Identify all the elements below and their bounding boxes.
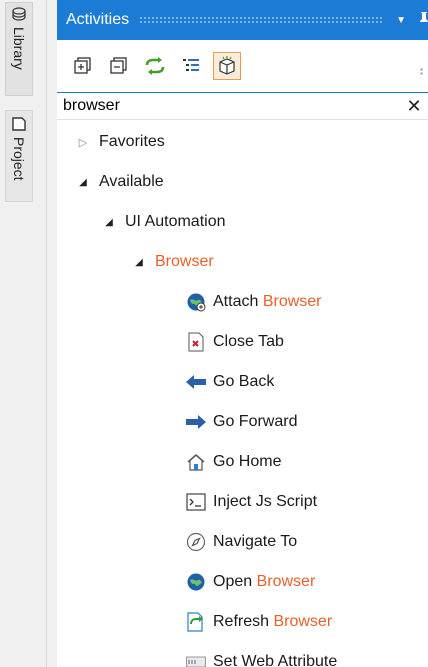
activity-label: Navigate To	[213, 533, 297, 551]
expand-all-icon	[74, 57, 91, 74]
activity-label: Go Forward	[213, 413, 297, 431]
activity-label: Go Back	[213, 373, 274, 391]
toolbar-overflow-grip[interactable]: ▪ ▪	[420, 66, 426, 82]
tab-project[interactable]: Project	[5, 110, 33, 202]
tree-item-available[interactable]: ◢ Available	[57, 164, 428, 200]
compass-icon	[185, 531, 207, 553]
refresh-page-icon	[185, 611, 207, 633]
activity-label: Refresh Browser	[213, 613, 332, 631]
tab-library-label: Library	[11, 27, 27, 70]
refresh-icon	[145, 57, 165, 75]
activity-item[interactable]: Set Web Attribute	[57, 644, 428, 667]
tree-item-ui-automation[interactable]: ◢ UI Automation	[57, 204, 428, 240]
filter-box-icon	[219, 56, 235, 75]
arrow-left-icon	[185, 371, 207, 393]
terminal-icon	[185, 491, 207, 513]
tree-item-label: Browser	[155, 253, 214, 270]
tab-library[interactable]: Library	[5, 2, 33, 96]
web-attribute-icon	[185, 651, 207, 667]
filter-button[interactable]	[213, 52, 241, 80]
refresh-button[interactable]	[141, 52, 169, 80]
activities-panel: Activities ▼ ▪ ▪ browser ✕ ▷ Favorites ◢…	[57, 0, 428, 667]
activity-item[interactable]: Open Browser	[57, 564, 428, 600]
activity-label: Go Home	[213, 453, 281, 471]
panel-drag-grip[interactable]	[139, 16, 383, 24]
activity-label: Set Web Attribute	[213, 653, 337, 667]
search-row: ✕	[57, 92, 428, 120]
home-icon	[185, 451, 207, 473]
collapse-all-icon	[110, 57, 127, 74]
list-view-button[interactable]	[177, 52, 205, 80]
activity-label-text: Go Back	[213, 373, 275, 390]
panel-title: Activities	[66, 11, 130, 28]
library-icon	[10, 5, 28, 23]
activity-item[interactable]: Go Forward	[57, 404, 428, 440]
activity-label-text: Go Home	[213, 453, 282, 470]
activity-label-text: Set Web Attribute	[213, 653, 338, 667]
collapse-arrow-icon[interactable]: ◢	[131, 257, 147, 268]
activity-item[interactable]: Go Home	[57, 444, 428, 480]
list-icon	[183, 59, 199, 71]
activity-label: Attach Browser	[213, 293, 322, 311]
tree-item-label: Favorites	[99, 133, 165, 150]
search-input[interactable]	[57, 97, 400, 115]
search-match-highlight: Browser	[262, 293, 322, 310]
activity-label-text: Attach	[213, 293, 263, 310]
close-tab-icon	[185, 331, 207, 353]
activity-label-text: Close Tab	[213, 333, 284, 350]
globe-link-icon	[185, 291, 207, 313]
activity-item[interactable]: Close Tab	[57, 324, 428, 360]
activity-label-text: Navigate To	[213, 533, 298, 550]
tree-item-label: Available	[99, 173, 164, 190]
tree-item-favorites[interactable]: ▷ Favorites	[57, 124, 428, 160]
activity-item[interactable]: Go Back	[57, 364, 428, 400]
dropdown-arrow-icon[interactable]: ▼	[396, 15, 406, 26]
activity-label: Close Tab	[213, 333, 284, 351]
collapse-arrow-icon[interactable]: ◢	[101, 217, 117, 228]
toolbar: ▪ ▪	[57, 40, 428, 92]
tree-item-browser[interactable]: ◢ Browser	[57, 244, 428, 280]
activity-item[interactable]: Navigate To	[57, 524, 428, 560]
activity-label: Open Browser	[213, 573, 315, 591]
activity-label: Inject Js Script	[213, 493, 317, 511]
activity-label-text: Refresh	[213, 613, 274, 630]
arrow-right-icon	[185, 411, 207, 433]
activity-label-text: Open	[213, 573, 257, 590]
clear-search-button[interactable]: ✕	[400, 96, 428, 117]
project-icon	[10, 115, 28, 133]
collapse-all-button[interactable]	[105, 52, 133, 80]
search-match-highlight: Browser	[273, 613, 333, 630]
activity-label-text: Inject Js Script	[213, 493, 318, 510]
side-tab-strip: Library Project	[0, 0, 47, 667]
search-match-highlight: Browser	[256, 573, 316, 590]
collapse-arrow-icon[interactable]: ◢	[75, 177, 91, 188]
expand-all-button[interactable]	[69, 52, 97, 80]
activity-item[interactable]: Attach Browser	[57, 284, 428, 320]
activity-label-text: Go Forward	[213, 413, 298, 430]
activity-item[interactable]: Inject Js Script	[57, 484, 428, 520]
globe-icon	[185, 571, 207, 593]
pin-icon[interactable]	[418, 11, 428, 30]
activity-item[interactable]: Refresh Browser	[57, 604, 428, 640]
tree-item-label: UI Automation	[125, 213, 226, 230]
tab-project-label: Project	[11, 137, 27, 181]
panel-header: Activities ▼	[57, 0, 428, 40]
expand-arrow-icon[interactable]: ▷	[75, 136, 91, 149]
